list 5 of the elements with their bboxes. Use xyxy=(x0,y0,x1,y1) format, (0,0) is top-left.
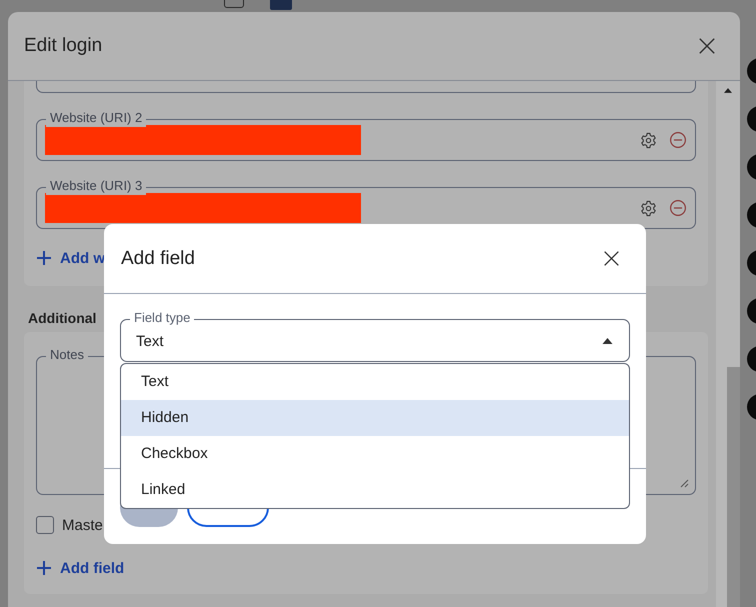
checkbox-label: Maste xyxy=(62,516,103,534)
select-value: Text xyxy=(136,332,164,350)
section-heading: Additional xyxy=(28,310,96,326)
dialog-title: Add field xyxy=(121,248,195,270)
dialog-title: Edit login xyxy=(24,35,102,57)
